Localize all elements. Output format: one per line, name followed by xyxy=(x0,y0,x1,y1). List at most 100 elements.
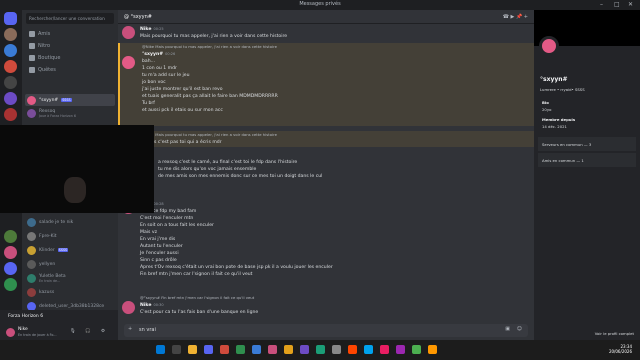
shop-icon xyxy=(29,55,35,61)
taskbar-clock[interactable]: 23:34 20/06/2026 xyxy=(609,344,632,354)
minimize-icon[interactable]: – xyxy=(600,1,603,8)
profile-name: °sxyyn# xyxy=(540,76,568,83)
chat-header: @ °sxyyn# ☎ ▶ 📌 + xyxy=(118,10,534,24)
server-icon[interactable] xyxy=(4,278,17,291)
chat-recipient-name[interactable]: °sxyyn# xyxy=(131,14,152,20)
message-time: 00:30 xyxy=(153,303,164,307)
reply-preview[interactable]: @Nike Mais pourquoi tu mas appeler, j'ai… xyxy=(142,44,277,49)
app-icon[interactable] xyxy=(364,345,373,354)
dm-item[interactable]: kazuss xyxy=(25,286,115,298)
server-icon[interactable] xyxy=(4,76,17,89)
app-icon[interactable] xyxy=(316,345,325,354)
dm-item[interactable]: Fpre-Kit xyxy=(25,230,115,242)
message-draft[interactable]: sn vrai xyxy=(139,327,156,333)
avatar[interactable] xyxy=(122,56,135,69)
app-icon[interactable] xyxy=(396,345,405,354)
add-friend-icon[interactable]: + xyxy=(524,14,528,20)
dm-item[interactable]: yellyen xyxy=(25,258,115,270)
message-text: j'ai juste montrer qu'il est ban revo xyxy=(142,87,223,92)
nav-friends[interactable]: Amis xyxy=(26,29,114,39)
folder-icon[interactable] xyxy=(188,345,197,354)
bio-label: Bio xyxy=(542,100,549,105)
nav-nitro[interactable]: Nitro xyxy=(26,41,114,51)
nav-label: Boutique xyxy=(38,55,61,61)
avatar xyxy=(27,287,36,297)
profile-panel: °sxyyn# Lumrere • rryaid• SSSS Bio 20yo … xyxy=(534,10,640,340)
server-icon[interactable] xyxy=(4,92,17,105)
avatar xyxy=(27,95,36,105)
reply-preview[interactable]: @°sxyyn# Fin bref mtn j'men car l'signon… xyxy=(140,295,254,300)
message-input[interactable]: + sn vrai ☺ ▣ xyxy=(124,324,528,337)
profile-handle: Lumrere • rryaid• SSSS xyxy=(540,87,585,92)
mutual-friends[interactable]: Amis en commun — 1 xyxy=(538,153,636,167)
app-icon[interactable] xyxy=(380,345,389,354)
message-text: 1 con ou 1 mdr xyxy=(142,66,177,71)
app-icon[interactable] xyxy=(236,345,245,354)
app-icon[interactable] xyxy=(220,345,229,354)
mutual-servers[interactable]: Serveurs en commun — 3 xyxy=(538,137,636,151)
video-icon[interactable]: ▶ xyxy=(511,14,515,20)
discord-icon[interactable] xyxy=(204,345,213,354)
user-name: Nike xyxy=(18,327,28,332)
server-icon[interactable] xyxy=(4,108,17,121)
server-icon[interactable] xyxy=(4,44,17,57)
home-icon[interactable] xyxy=(4,12,17,25)
dm-item[interactable]: Yuletle Beta En train de... xyxy=(25,272,115,284)
dm-name: deleted_user_3db38b1328ce xyxy=(39,303,105,309)
windows-start-icon[interactable] xyxy=(156,345,165,354)
emoji-icon[interactable]: ☺ xyxy=(517,326,522,332)
clan-tag: SSSS xyxy=(57,248,69,252)
clan-tag: SSSS xyxy=(61,98,72,102)
message-text: Mais vz xyxy=(140,230,158,235)
message-time: 00:25 xyxy=(153,27,164,31)
server-icon[interactable] xyxy=(4,262,17,275)
app-icon[interactable] xyxy=(268,345,277,354)
message-author[interactable]: Nike xyxy=(140,27,151,32)
app-icon[interactable] xyxy=(284,345,293,354)
dm-name: Klinder xyxy=(39,247,55,253)
maximize-icon[interactable]: □ xyxy=(614,1,620,8)
app-icon[interactable] xyxy=(428,345,437,354)
gear-icon[interactable]: ⚙ xyxy=(101,329,105,334)
gift-icon[interactable]: ▣ xyxy=(505,326,510,332)
server-icon[interactable] xyxy=(4,60,17,73)
app-icon[interactable] xyxy=(412,345,421,354)
message-text: Fin bref mtn j'men car l'signon il fait … xyxy=(140,272,253,277)
video-overlay[interactable] xyxy=(0,125,154,213)
app-icon[interactable] xyxy=(252,345,261,354)
at-icon: @ xyxy=(124,14,129,20)
search-conversation-button[interactable]: Rechercher/lancer une conversation xyxy=(26,13,114,24)
mutual-friends-label: Amis en commun — 1 xyxy=(542,158,584,163)
reply-preview[interactable]: @Nike Mais pourquoi tu mas appeler, j'ai… xyxy=(142,132,277,137)
server-icon[interactable] xyxy=(4,28,17,41)
app-icon[interactable] xyxy=(300,345,309,354)
message-text: C'est pour ca tu l'as fais ban d'une ban… xyxy=(140,310,259,315)
server-icon[interactable] xyxy=(4,230,17,243)
nav-quests[interactable]: Quêtes xyxy=(26,65,114,75)
message-author[interactable]: °sxyyn# xyxy=(142,52,163,57)
message-text: Apres t'Ov rexsoq c'était un vrai bon po… xyxy=(140,265,333,270)
dm-item[interactable]: °sxyyn# SSSS xyxy=(25,94,115,106)
avatar[interactable] xyxy=(6,328,15,337)
chat-panel: @ °sxyyn# ☎ ▶ 📌 + Nike 00:25 Mais pourquoi… xyxy=(118,10,534,340)
mic-icon[interactable]: 🎙 xyxy=(70,329,76,334)
search-icon[interactable] xyxy=(172,345,181,354)
headphones-icon[interactable]: 🎧 xyxy=(85,329,91,334)
app-icon[interactable] xyxy=(348,345,357,354)
dm-item[interactable]: Klinder SSSS xyxy=(25,244,115,256)
view-full-profile-link[interactable]: Voir le profil complet xyxy=(595,331,634,336)
call-icon[interactable]: ☎ xyxy=(503,14,509,20)
nav-shop[interactable]: Boutique xyxy=(26,53,114,63)
plus-icon[interactable]: + xyxy=(128,326,132,332)
dm-activity: Joue à Forza Horizon 6 xyxy=(39,113,76,118)
message-text: et tuais generalit pas ça allait le fair… xyxy=(142,94,278,99)
dm-item[interactable]: Rexsoq Joue à Forza Horizon 6 xyxy=(25,107,115,119)
pin-icon[interactable]: 📌 xyxy=(516,14,522,20)
close-icon[interactable]: ✕ xyxy=(628,1,633,8)
message-author[interactable]: Nike xyxy=(140,303,151,308)
server-icon[interactable] xyxy=(4,246,17,259)
avatar[interactable] xyxy=(122,301,135,314)
dm-item[interactable]: salade je te nik xyxy=(25,216,115,228)
app-icon[interactable] xyxy=(332,345,341,354)
profile-avatar[interactable] xyxy=(539,36,559,56)
